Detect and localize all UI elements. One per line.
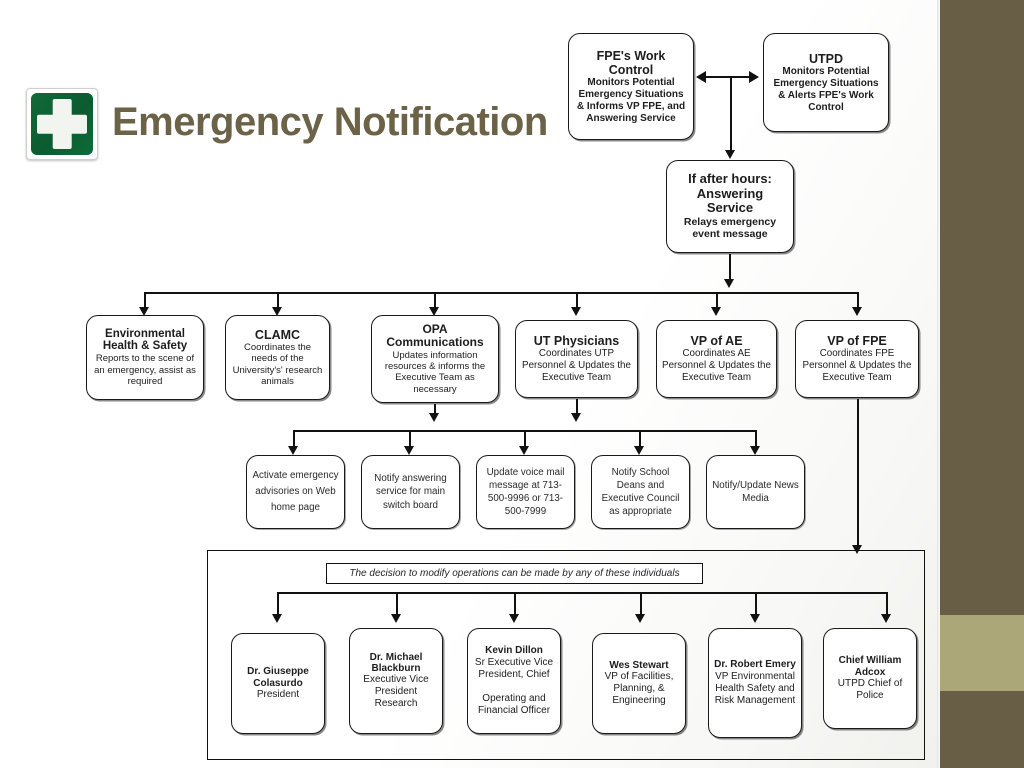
arrow-down-icon [711,307,721,316]
node-person-michael-blackburn[interactable]: Dr. Michael Blackburn Executive Vice Pre… [349,628,443,734]
person-role: Sr Executive Vice President, Chief Opera… [474,656,554,716]
node-body: Activate emergency advisories on Web hom… [252,470,339,513]
node-opa-communications[interactable]: OPA Communications Updates information r… [371,315,499,403]
arrow-down-icon [750,446,760,455]
person-name: Chief William Adcox [838,655,902,678]
node-body: Coordinates FPE Personnel & Updates the … [802,348,912,383]
connector-to-answering-service [730,77,732,153]
arrow-down-icon [509,614,519,623]
node-fpe-work-control[interactable]: FPE's Work Control Monitors Potential Em… [568,33,694,140]
distribution-bus-tier3 [145,292,859,294]
arrow-down-icon [725,150,735,159]
node-ut-physicians[interactable]: UT Physicians Coordinates UTP Personnel … [515,320,638,398]
arrow-down-icon [635,614,645,623]
first-aid-cross-icon [26,88,98,160]
node-head: OPA Communications [386,321,484,350]
node-notify-news-media[interactable]: Notify/Update News Media [706,455,805,529]
arrow-down-icon [750,614,760,623]
accent-band-light [940,615,1024,691]
node-head: If after hours: Answering Service [688,171,772,216]
slide-canvas: Emergency Notification FPE's Work Contro… [0,0,1024,768]
arrow-down-icon [391,614,401,623]
arrow-right-icon [749,71,759,83]
node-head: Environmental Health & Safety [102,327,188,353]
node-activate-advisories[interactable]: Activate emergency advisories on Web hom… [246,455,345,529]
person-role: UTPD Chief of Police [837,677,903,701]
node-head: CLAMC [254,327,301,342]
node-person-giuseppe-colasurdo[interactable]: Dr. Giuseppe Colasurdo President [231,633,325,734]
node-notify-answering-service[interactable]: Notify answering service for main switch… [361,455,460,529]
node-body: Notify answering service for main switch… [374,473,447,511]
person-name: Wes Stewart [609,659,669,671]
arrow-down-icon [519,446,529,455]
arrow-down-icon [571,413,581,422]
node-head: UTPD [808,51,844,66]
panel-caption: The decision to modify operations can be… [326,563,703,584]
node-body: Monitors Potential Emergency Situations … [576,76,686,124]
node-body: Notify School Deans and Executive Counci… [601,466,680,518]
node-utpd[interactable]: UTPD Monitors Potential Emergency Situat… [763,33,889,132]
node-body: Notify/Update News Media [712,479,799,504]
person-role: Executive Vice President Research [363,674,429,710]
panel-caption-text: The decision to modify operations can be… [349,568,680,579]
person-name: Dr. Michael Blackburn [369,651,423,674]
node-update-voice-mail[interactable]: Update voice mail message at 713-500-999… [476,455,575,529]
page-title: Emergency Notification [112,100,548,144]
arrow-down-icon [288,446,298,455]
node-person-wes-stewart[interactable]: Wes Stewart VP of Facilities, Planning, … [592,633,686,734]
node-answering-service[interactable]: If after hours: Answering Service Relays… [666,160,794,253]
arrow-down-icon [724,279,734,288]
node-head: FPE's Work Control [596,48,666,77]
node-body: Reports to the scene of an emergency, as… [94,353,196,388]
node-clamc[interactable]: CLAMC Coordinates the needs of the Unive… [225,315,330,400]
node-ehs[interactable]: Environmental Health & Safety Reports to… [86,315,204,400]
person-role: VP Environmental Health Safety and Risk … [714,670,796,706]
arrow-down-icon [404,446,414,455]
arrow-down-icon [272,614,282,623]
node-head: VP of FPE [827,334,887,349]
person-name: Dr. Robert Emery [714,659,796,671]
person-role: President [256,688,300,700]
arrow-down-icon [881,614,891,623]
person-role: VP of Facilities, Planning, & Engineerin… [604,671,674,707]
arrow-left-icon [696,71,706,83]
node-body: Update voice mail message at 713-500-999… [486,466,565,518]
node-vp-of-ae[interactable]: VP of AE Coordinates AE Personnel & Upda… [656,320,777,398]
arrow-down-icon [571,307,581,316]
connector-answering-to-bus [729,254,731,282]
node-person-william-adcox[interactable]: Chief William Adcox UTPD Chief of Police [823,628,917,729]
node-body: Relays emergency event message [683,215,777,241]
node-notify-school-deans[interactable]: Notify School Deans and Executive Counci… [591,455,690,529]
distribution-bus-panel [278,592,887,594]
arrow-down-icon [634,446,644,455]
node-body: Coordinates AE Personnel & Updates the E… [662,348,771,383]
node-body: Coordinates UTP Personnel & Updates the … [522,348,631,383]
node-body: Updates information resources & informs … [384,349,486,395]
node-vp-of-fpe[interactable]: VP of FPE Coordinates FPE Personnel & Up… [795,320,919,398]
arrow-down-icon [852,307,862,316]
connector-vpfpe-to-panel [857,399,859,548]
arrow-down-icon [429,413,439,422]
person-name: Kevin Dillon [485,645,543,657]
person-name: Dr. Giuseppe Colasurdo [247,666,309,689]
node-body: Coordinates the needs of the University'… [232,341,323,387]
node-head: VP of AE [690,334,743,349]
node-person-kevin-dillon[interactable]: Kevin Dillon Sr Executive Vice President… [467,628,561,734]
node-body: Monitors Potential Emergency Situations … [773,65,879,113]
node-person-robert-emery[interactable]: Dr. Robert Emery VP Environmental Health… [708,628,802,738]
node-head: UT Physicians [533,334,620,349]
